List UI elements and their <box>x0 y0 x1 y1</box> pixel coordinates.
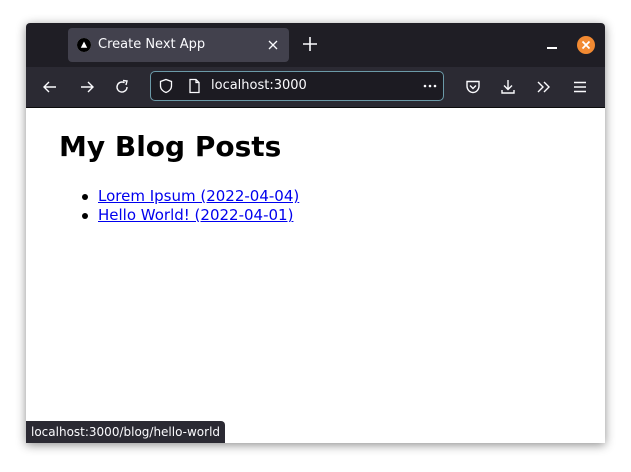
minimize-icon[interactable] <box>544 37 560 53</box>
navigation-toolbar: localhost:3000 <box>26 67 605 108</box>
bullet-icon <box>82 194 88 200</box>
post-link[interactable]: Hello World! (2022-04-01) <box>98 206 293 224</box>
title-bar: Create Next App <box>26 23 605 67</box>
shield-icon[interactable] <box>158 78 174 94</box>
back-arrow-icon[interactable] <box>40 77 60 97</box>
page-info-icon[interactable] <box>186 78 202 94</box>
blog-post-list: Lorem Ipsum (2022-04-04) Hello World! (2… <box>58 187 299 225</box>
hamburger-menu-icon[interactable] <box>570 77 590 97</box>
forward-arrow-icon[interactable] <box>77 77 97 97</box>
status-bar: localhost:3000/blog/hello-world <box>26 421 226 443</box>
post-link[interactable]: Lorem Ipsum (2022-04-04) <box>98 187 299 205</box>
list-item: Lorem Ipsum (2022-04-04) <box>58 187 299 206</box>
bullet-icon <box>82 213 88 219</box>
tab-create-next-app[interactable]: Create Next App <box>68 28 289 62</box>
close-tab-icon[interactable] <box>265 37 281 53</box>
page-title: My Blog Posts <box>59 130 282 163</box>
window-close-icon[interactable] <box>577 36 595 54</box>
browser-window: Create Next App localhost:3000 My Blog P… <box>26 23 605 443</box>
new-tab-icon[interactable] <box>301 35 319 53</box>
list-item: Hello World! (2022-04-01) <box>58 206 299 225</box>
overflow-menu-icon[interactable] <box>534 77 554 97</box>
reload-icon[interactable] <box>112 77 132 97</box>
downloads-icon[interactable] <box>498 77 518 97</box>
tab-title: Create Next App <box>98 37 206 52</box>
more-actions-icon[interactable] <box>421 78 439 94</box>
url-input[interactable]: localhost:3000 <box>211 78 307 93</box>
page-content: My Blog Posts Lorem Ipsum (2022-04-04) H… <box>26 108 605 443</box>
pocket-icon[interactable] <box>463 77 483 97</box>
nextjs-favicon-icon <box>77 38 91 52</box>
address-bar[interactable]: localhost:3000 <box>150 71 444 101</box>
